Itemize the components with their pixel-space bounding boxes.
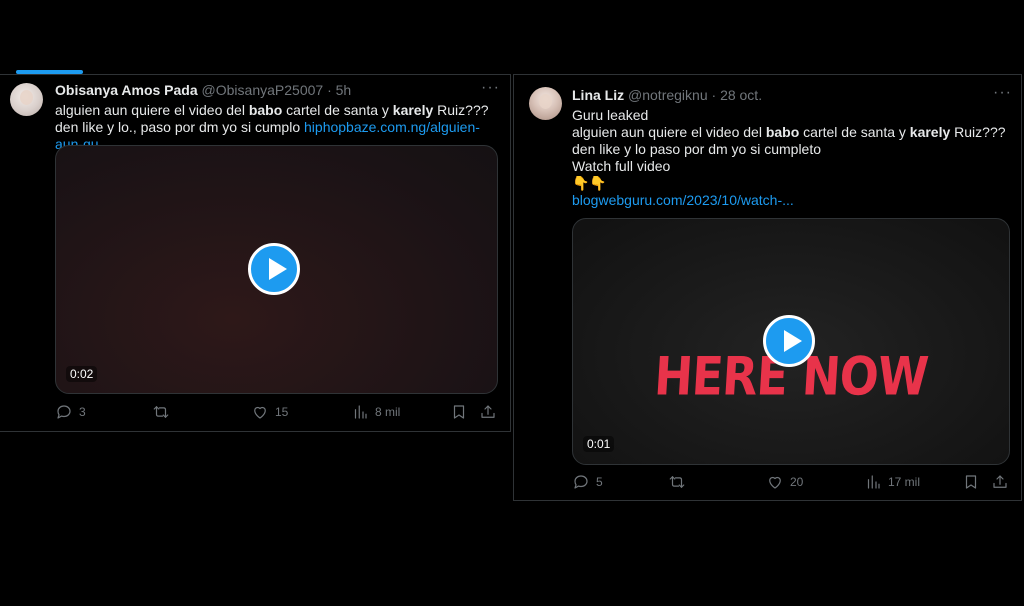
repost-button[interactable]: [152, 403, 176, 421]
tweet-header: Obisanya Amos Pada @ObisanyaP25007 · 5h: [55, 82, 351, 98]
bookmark-button[interactable]: [450, 403, 468, 421]
tweet-text: Guru leaked alguien aun quiere el video …: [572, 107, 1012, 209]
avatar[interactable]: [529, 87, 562, 120]
views-icon: [867, 475, 880, 489]
like-icon: [769, 476, 781, 489]
author-name[interactable]: Obisanya Amos Pada: [55, 82, 198, 98]
bookmark-button[interactable]: [962, 473, 980, 491]
repost-icon: [153, 406, 169, 418]
bookmark-icon: [965, 475, 977, 489]
reply-button[interactable]: 3: [55, 403, 86, 421]
emoji-line: 👇👇: [572, 175, 607, 191]
views-button[interactable]: 8 mil: [351, 403, 400, 421]
share-icon: [481, 405, 495, 418]
text-segment: cartel de santa y: [282, 102, 393, 118]
like-button[interactable]: 15: [251, 403, 288, 421]
repost-button[interactable]: [668, 473, 692, 491]
bookmark-icon: [453, 405, 465, 419]
play-icon[interactable]: [763, 315, 815, 367]
more-icon[interactable]: ···: [481, 79, 500, 97]
avatar[interactable]: [10, 83, 43, 116]
tweet-card[interactable]: Obisanya Amos Pada @ObisanyaP25007 · 5h …: [0, 74, 511, 432]
share-button[interactable]: [991, 473, 1009, 491]
timestamp[interactable]: 5h: [336, 82, 352, 98]
text-bold: karely: [392, 102, 434, 118]
share-icon: [993, 475, 1007, 488]
like-button[interactable]: 20: [766, 473, 803, 491]
reply-icon: [57, 405, 71, 419]
share-button[interactable]: [479, 403, 497, 421]
author-handle[interactable]: @notregiknu: [628, 87, 708, 103]
text-segment: cartel de santa y: [799, 124, 910, 140]
like-count: 15: [275, 405, 289, 419]
like-count: 20: [790, 475, 804, 489]
reply-button[interactable]: 5: [572, 473, 603, 491]
video-player[interactable]: 0:02: [55, 145, 498, 394]
text-bold: babo: [765, 124, 800, 140]
repost-icon: [669, 476, 685, 488]
action-bar: 5 20 17 mil: [572, 473, 1012, 493]
tweet-link[interactable]: blogwebguru.com/2023/10/watch-...: [572, 192, 1012, 209]
video-duration: 0:02: [66, 366, 98, 382]
text-line: Watch full video: [572, 158, 671, 174]
views-button[interactable]: 17 mil: [864, 473, 920, 491]
reply-count: 3: [79, 405, 86, 419]
separator-dot: ·: [711, 87, 717, 103]
text-bold: babo: [248, 102, 283, 118]
tweet-header: Lina Liz @notregiknu · 28 oct.: [572, 87, 762, 103]
reply-count: 5: [596, 475, 603, 489]
text-segment: alguien aun quiere el video del: [572, 124, 766, 140]
timestamp[interactable]: 28 oct.: [720, 87, 762, 103]
text-segment: alguien aun quiere el video del: [55, 102, 249, 118]
more-icon[interactable]: ···: [993, 84, 1012, 102]
tweet-card[interactable]: Lina Liz @notregiknu · 28 oct. ··· Guru …: [513, 74, 1022, 501]
view-count: 17 mil: [888, 475, 921, 489]
text-line: alguien aun quiere el video del babo car…: [572, 124, 1012, 158]
text-line: Guru leaked: [572, 107, 649, 123]
separator-dot: ·: [327, 82, 332, 98]
text-bold: karely: [909, 124, 951, 140]
author-name[interactable]: Lina Liz: [572, 87, 624, 103]
video-duration: 0:01: [583, 436, 615, 452]
view-count: 8 mil: [375, 405, 401, 419]
reply-icon: [574, 475, 588, 489]
views-icon: [354, 405, 367, 419]
like-icon: [254, 406, 266, 419]
video-player[interactable]: HERE NOW 0:01: [572, 218, 1010, 465]
play-icon[interactable]: [248, 243, 300, 295]
author-handle[interactable]: @ObisanyaP25007: [202, 82, 324, 98]
action-bar: 3 15 8 mil: [55, 403, 500, 423]
